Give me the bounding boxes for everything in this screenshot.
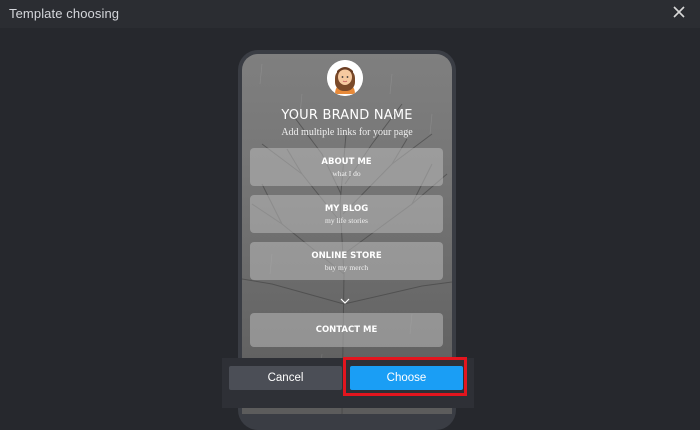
cancel-button[interactable]: Cancel — [229, 366, 342, 390]
choose-button[interactable]: Choose — [350, 366, 463, 390]
link-button-blog[interactable]: MY BLOG my life stories — [250, 195, 443, 233]
brand-name: YOUR BRAND NAME — [281, 108, 413, 123]
close-icon[interactable] — [670, 3, 688, 21]
link-button-store[interactable]: ONLINE STORE buy my merch — [250, 242, 443, 280]
link-button-about[interactable]: ABOUT ME what I do — [250, 148, 443, 186]
link-title: ABOUT ME — [321, 157, 372, 167]
link-button-contact[interactable]: CONTACT ME — [250, 313, 443, 347]
link-title: ONLINE STORE — [311, 251, 382, 261]
avatar-girl-icon — [327, 60, 363, 96]
tagline: Add multiple links for your page — [281, 127, 413, 138]
chevron-down-icon[interactable] — [338, 293, 352, 304]
link-title: MY BLOG — [324, 204, 369, 214]
dialog-title: Template choosing — [9, 6, 120, 21]
link-subtitle: what I do — [332, 169, 361, 178]
link-subtitle: my life stories — [325, 216, 368, 225]
link-title: CONTACT ME — [315, 325, 378, 335]
link-subtitle: buy my merch — [324, 263, 369, 272]
dialog-header: Template choosing — [0, 0, 700, 28]
avatar — [327, 60, 363, 96]
